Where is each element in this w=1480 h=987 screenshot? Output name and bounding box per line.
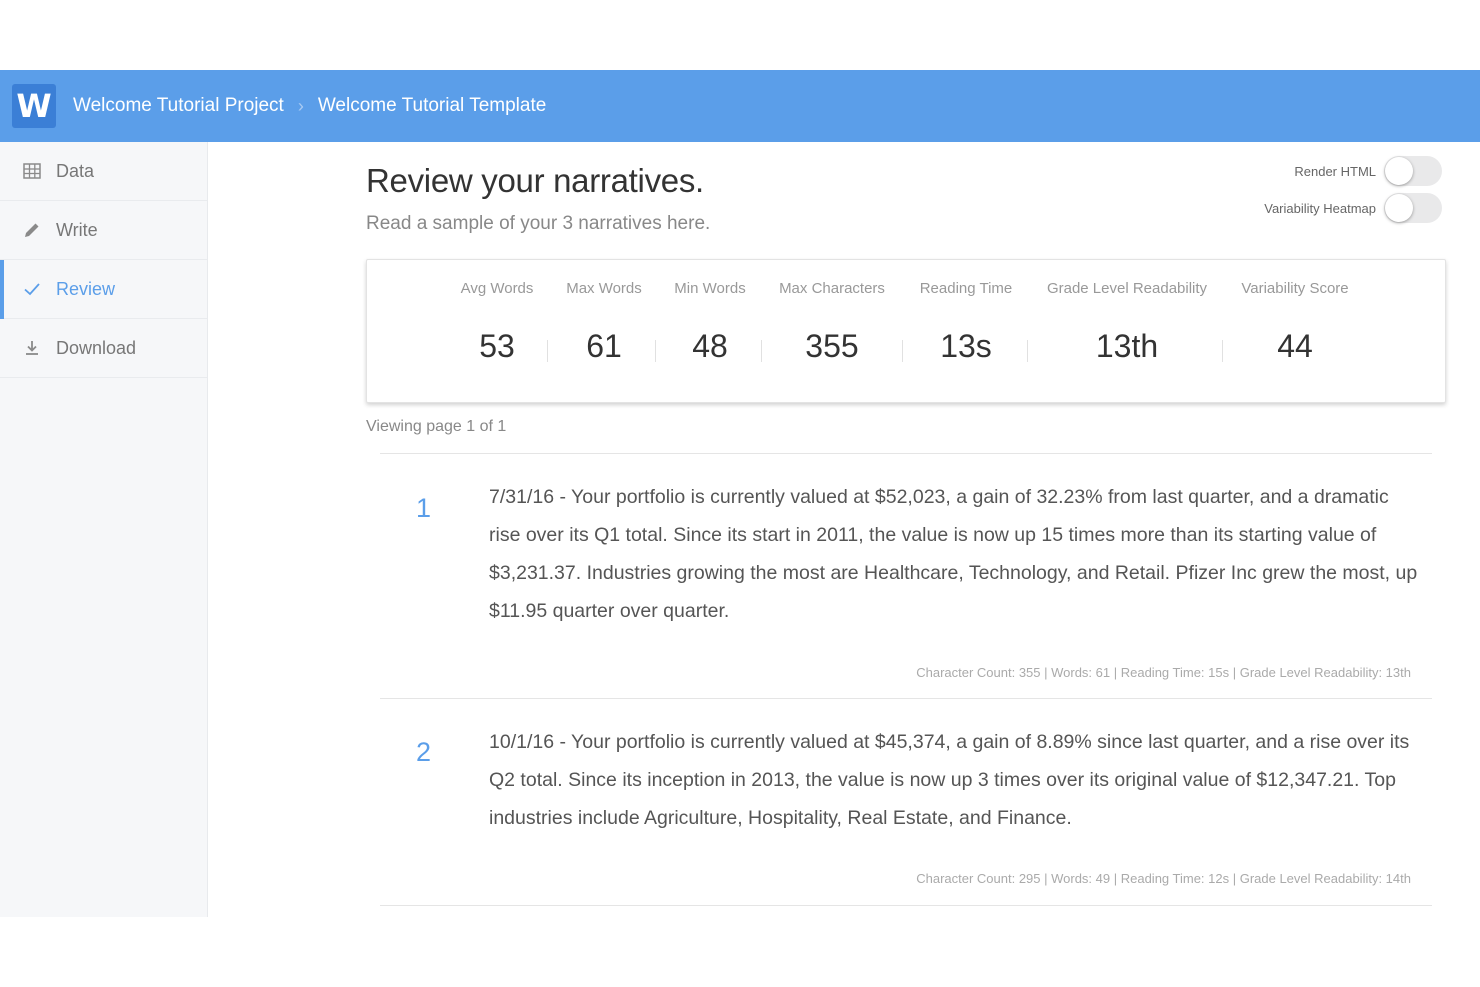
stat-grade-level: Grade Level Readability 13th — [1032, 260, 1222, 404]
sidebar-item-write[interactable]: Write — [0, 201, 207, 260]
narrative-meta: Character Count: 295 | Words: 49 | Readi… — [916, 871, 1411, 886]
app-logo[interactable]: W — [12, 84, 56, 128]
stat-label: Max Words — [566, 280, 642, 297]
toggle-label: Variability Heatmap — [1264, 200, 1376, 216]
stat-max-words: Max Words 61 — [554, 260, 654, 404]
stat-divider — [902, 340, 903, 362]
stat-divider — [547, 340, 548, 362]
stat-max-characters: Max Characters 355 — [767, 260, 897, 404]
render-html-toggle-row: Render HTML — [1294, 156, 1442, 186]
narrative-text: 7/31/16 - Your portfolio is currently va… — [489, 486, 1418, 622]
narrative-number: 2 — [416, 737, 432, 767]
download-icon — [22, 338, 42, 358]
stat-avg-words: Avg Words 53 — [447, 260, 547, 404]
page-subtitle: Read a sample of your 3 narratives here. — [366, 213, 711, 234]
divider — [380, 698, 1432, 699]
stat-divider — [1222, 340, 1223, 362]
breadcrumb: Welcome Tutorial Project › Welcome Tutor… — [73, 70, 546, 142]
grid-icon — [22, 161, 42, 181]
stat-reading-time: Reading Time 13s — [907, 260, 1025, 404]
stat-value: 53 — [479, 328, 515, 364]
narrative-text: 10/1/16 - Your portfolio is currently va… — [489, 731, 1410, 829]
pagination-status: Viewing page 1 of 1 — [366, 418, 507, 435]
narrative-number: 1 — [416, 493, 432, 523]
divider — [380, 905, 1432, 906]
stat-label: Grade Level Readability — [1046, 280, 1208, 297]
sidebar-item-download[interactable]: Download — [0, 319, 207, 378]
sidebar-item-label: Write — [56, 219, 98, 240]
stat-divider — [1027, 340, 1028, 362]
stat-value: 48 — [692, 328, 728, 364]
variability-heatmap-toggle-row: Variability Heatmap — [1264, 193, 1442, 223]
sidebar-item-data[interactable]: Data — [0, 142, 207, 201]
breadcrumb-project[interactable]: Welcome Tutorial Project — [73, 95, 284, 117]
stat-label: Reading Time — [919, 280, 1013, 297]
stat-label: Avg Words — [460, 280, 534, 297]
render-html-toggle[interactable] — [1384, 156, 1442, 186]
stat-divider — [655, 340, 656, 362]
stat-label: Max Characters — [779, 280, 885, 297]
breadcrumb-template[interactable]: Welcome Tutorial Template — [318, 95, 546, 117]
stat-min-words: Min Words 48 — [660, 260, 760, 404]
stats-card: Avg Words 53 Max Words 61 Min Words 48 M… — [366, 259, 1446, 403]
toggle-knob — [1385, 194, 1413, 222]
stat-variability-score: Variability Score 44 — [1227, 260, 1363, 404]
variability-heatmap-toggle[interactable] — [1384, 193, 1442, 223]
toggle-knob — [1385, 157, 1413, 185]
breadcrumb-separator: › — [297, 95, 304, 116]
top-bar: W Welcome Tutorial Project › Welcome Tut… — [0, 70, 1480, 142]
sidebar: Data Write Review Download — [0, 142, 208, 917]
stat-label: Min Words — [674, 280, 746, 297]
divider — [380, 453, 1432, 454]
pencil-icon — [22, 220, 42, 240]
stat-value: 13th — [1095, 328, 1159, 364]
toggle-label: Render HTML — [1294, 163, 1376, 179]
narrative-meta: Character Count: 355 | Words: 61 | Readi… — [916, 665, 1411, 680]
stat-value: 44 — [1277, 328, 1313, 364]
stat-value: 355 — [805, 328, 859, 364]
stat-label: Variability Score — [1241, 280, 1349, 297]
stat-value: 13s — [940, 328, 992, 364]
logo-letter: W — [16, 87, 52, 125]
stat-value: 61 — [586, 328, 622, 364]
page-title: Review your narratives. — [366, 162, 704, 199]
sidebar-item-review[interactable]: Review — [0, 260, 207, 319]
sidebar-item-label: Data — [56, 160, 95, 181]
sidebar-item-label: Download — [56, 337, 137, 358]
stat-divider — [761, 340, 762, 362]
check-icon — [22, 279, 42, 299]
sidebar-item-label: Review — [56, 278, 116, 299]
